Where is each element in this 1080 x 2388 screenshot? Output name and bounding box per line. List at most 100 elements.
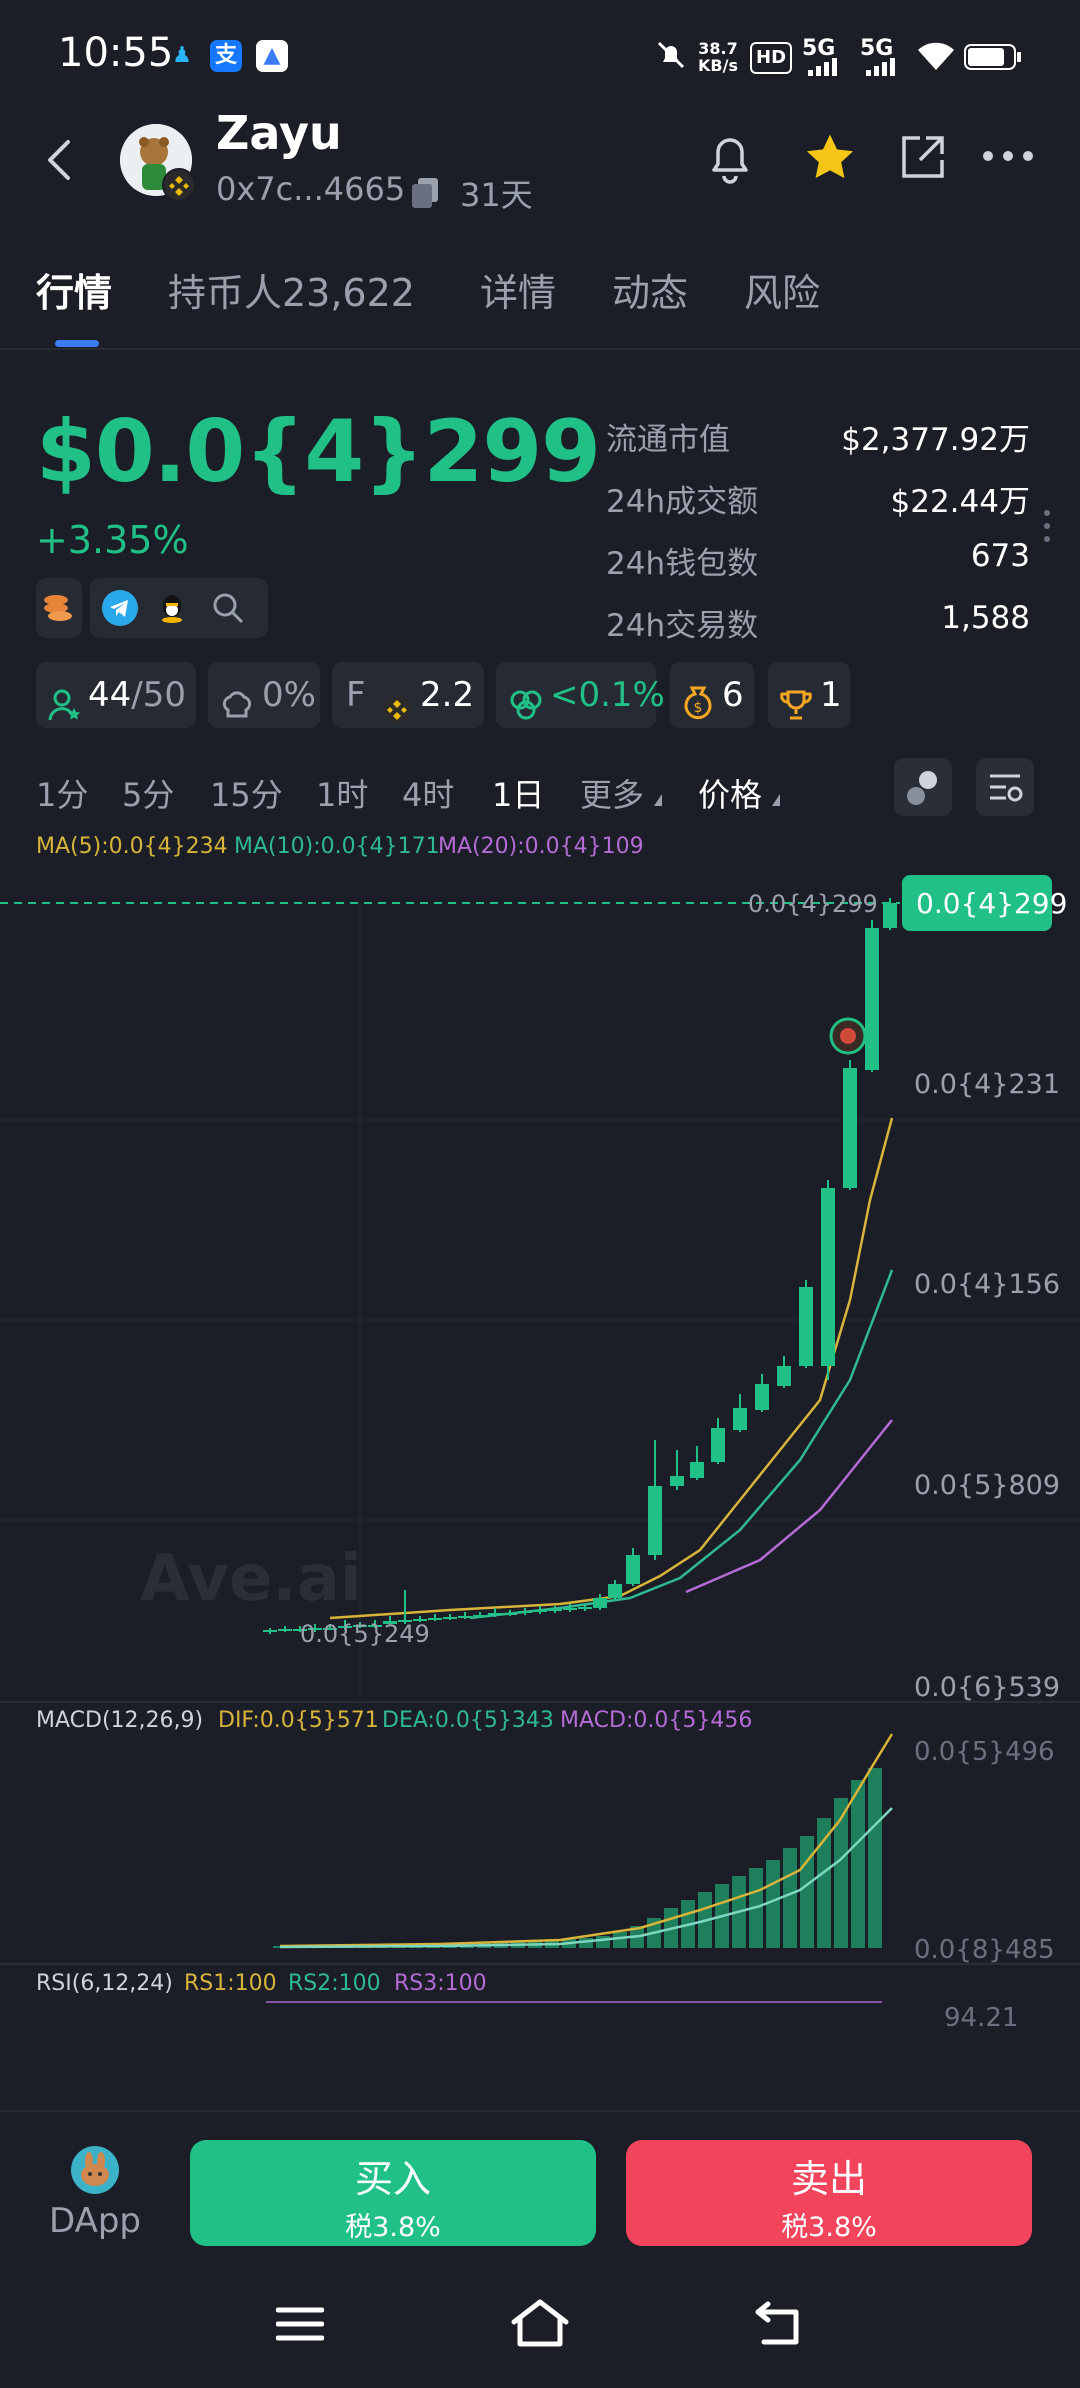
chart-low-label: 0.0{5}249 [300,1620,430,1648]
candle-body [503,1613,517,1615]
status-time: 10:55 [58,30,174,76]
candle-body [608,1584,622,1598]
indicator-toggle-button[interactable] [894,758,952,816]
chef-hat-icon [220,678,254,744]
timeframe-15m[interactable]: 15分 [210,770,283,816]
timeframe-more[interactable]: 更多 [580,770,663,816]
coins-button[interactable] [36,578,82,638]
search-icon[interactable] [210,590,246,630]
alipay-notification-icon: 支 [210,40,242,72]
chart-watermark: Ave.ai [140,1542,362,1616]
timeframe-more-label: 更多 [580,776,645,814]
trophy-icon [778,678,814,744]
battery-icon [964,44,1024,74]
signal-bars-2-icon [866,56,906,80]
trophy-pill[interactable]: 1 [768,662,850,728]
home-nav-icon[interactable] [510,2298,570,2352]
rsi-rs1: RS1:100 [184,1971,277,1996]
more-menu-icon[interactable] [980,146,1036,170]
tab-activity[interactable]: 动态 [612,262,688,317]
buy-button[interactable]: 买入 税3.8% [190,2140,596,2246]
bundle-icon [508,678,544,744]
candle-body [548,1609,562,1611]
macd-dea: DEA:0.0{5}343 [382,1708,554,1733]
token-age: 31天 [460,176,533,214]
dev-percent: 0% [262,675,316,715]
timeframe-1d[interactable]: 1日 [492,770,544,816]
tab-risk[interactable]: 风险 [744,262,820,317]
ma5-legend: MA(5):0.0{4}234 [36,834,228,859]
candle-body [799,1287,813,1366]
macd-title: MACD(12,26,9) [36,1708,203,1733]
share-icon[interactable] [896,130,950,188]
macd-value: MACD:0.0{5}456 [560,1708,752,1733]
macd-bars [273,1768,882,1948]
ma-lines [329,1117,894,1620]
dev-pill[interactable]: 0% [208,662,320,728]
candle-body [733,1408,747,1430]
current-price-tag: 0.0{4}299 [916,887,1067,920]
price-chart[interactable]: Ave.ai 0.0{4}299 0.0{4}299 0.0{4}231 0.0… [0,860,1080,2120]
candle-body [263,1630,277,1632]
side-handle-icon[interactable] [1042,508,1052,548]
ma5-line [329,1117,894,1620]
tab-holders[interactable]: 持币人23,622 [168,262,415,317]
f-value: 2.2 [420,675,475,715]
macd-bar [800,1836,814,1948]
qq-icon[interactable] [154,590,190,630]
dropdown-triangle-icon [654,794,663,806]
macd-y-bottom: 0.0{8}485 [914,1935,1055,1965]
timeframe-5m[interactable]: 5分 [122,770,174,816]
money-bag-icon: $ [680,676,716,742]
candle-body [777,1366,791,1386]
holders-pill[interactable]: 44/50 [36,662,196,728]
star-favorite-icon[interactable] [802,130,858,190]
f-score-pill[interactable]: F 2.2 [332,662,484,728]
bottom-divider [0,2110,1080,2112]
candle-body [473,1615,487,1617]
back-nav-icon[interactable] [754,2300,806,2352]
dapp-button[interactable]: DApp [40,2145,150,2241]
back-button[interactable] [40,130,80,190]
timeframe-1m[interactable]: 1分 [36,770,88,816]
money-bag-count: 6 [722,675,744,715]
tabs-divider [0,348,1080,350]
candle-body [563,1608,577,1610]
price-change: +3.35% [36,518,189,562]
stat-label-wallets: 24h钱包数 [606,546,759,582]
rsi-rs2: RS2:100 [288,1971,381,1996]
copy-icon[interactable] [408,174,444,214]
y-tick-2: 0.0{4}156 [914,1269,1060,1300]
bundle-pill[interactable]: <0.1% [496,662,665,728]
candle-body [626,1555,640,1584]
stat-label-mcap: 流通市值 [606,422,730,458]
money-bag-pill[interactable]: $ 6 [670,662,754,728]
y-tick-3: 0.0{5}809 [914,1470,1060,1501]
macd-bar [817,1818,831,1948]
token-address[interactable]: 0x7c...4665 [216,170,405,208]
chart-settings-button[interactable] [976,758,1034,816]
status-bar: 10:55 ♟ 支 ▲ 38.7 KB/s HD 5G 5G [0,0,1080,118]
timeframe-4h[interactable]: 4时 [402,770,454,816]
stat-value-mcap: $2,377.92万 [841,422,1030,458]
current-price: $0.0{4}299 [36,402,601,502]
user-star-icon [48,678,82,744]
macd-bar [596,1936,610,1948]
candle-body [458,1616,472,1618]
tab-market[interactable]: 行情 [36,262,112,317]
telegram-icon[interactable] [102,590,138,630]
stat-value-trades: 1,588 [941,600,1030,636]
price-mode-label: 价格 [698,776,763,814]
sell-label: 卖出 [790,2157,867,2201]
sell-button[interactable]: 卖出 税3.8% [626,2140,1032,2246]
rsi-rs3: RS3:100 [394,1971,487,1996]
candle-body [518,1611,532,1613]
menu-nav-icon[interactable] [275,2304,325,2348]
price-mode-select[interactable]: 价格 [698,770,781,816]
bell-icon[interactable] [702,128,758,192]
app-notification-icon: ▲ [256,40,288,72]
active-tab-indicator [55,340,99,347]
tab-details[interactable]: 详情 [480,262,556,317]
timeframe-1h[interactable]: 1时 [316,770,368,816]
candle-body [428,1618,442,1620]
